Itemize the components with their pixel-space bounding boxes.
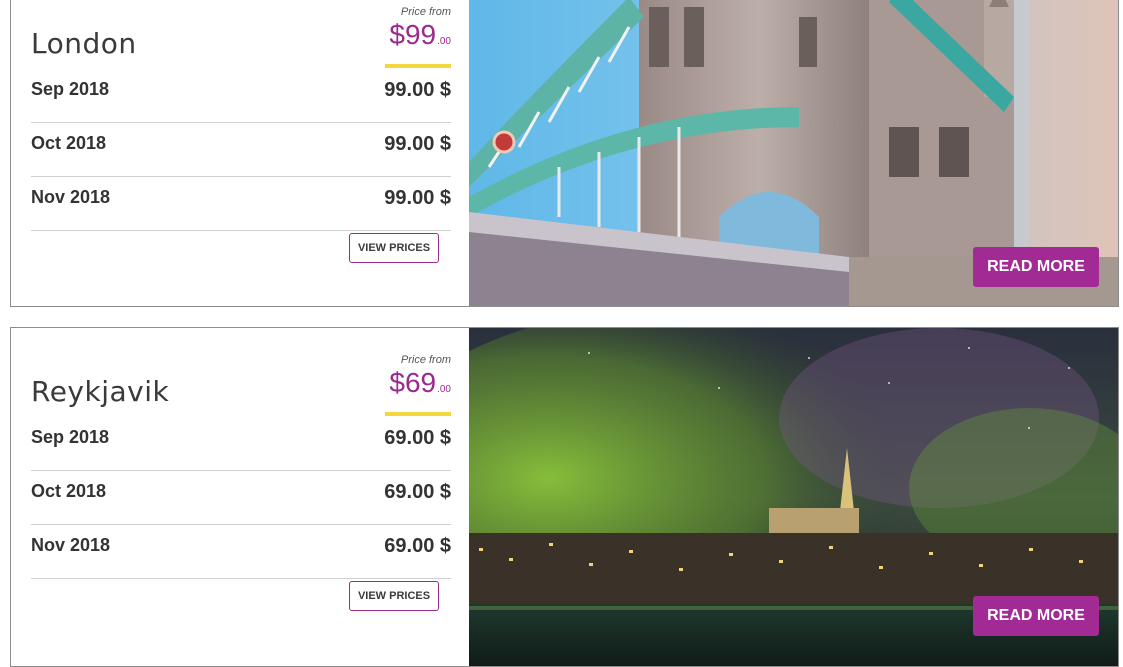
destination-card-reykjavik: Reykjavik Price from $69.00 Sep 2018 69.… [10, 327, 1119, 667]
price-from-value: $99.00 [385, 20, 451, 57]
price-decimals: .00 [437, 384, 451, 395]
month-price: 69.00 $ [384, 427, 451, 449]
month-label: Nov 2018 [31, 187, 111, 207]
city-name: Reykjavik [31, 375, 170, 408]
month-price: 99.00 $ [384, 79, 451, 101]
list-item: Sep 2018 99.00 $ [31, 69, 451, 123]
price-amount: 69 [404, 367, 437, 398]
city-name: London [31, 27, 137, 60]
list-item: Oct 2018 99.00 $ [31, 123, 451, 177]
tower-bridge-photo: READ MORE [469, 0, 1118, 306]
month-price: 99.00 $ [384, 133, 451, 155]
month-label: Oct 2018 [31, 133, 107, 153]
price-currency: $ [389, 367, 405, 398]
view-prices-button[interactable]: VIEW PRICES [349, 581, 439, 611]
card-info: Reykjavik Price from $69.00 Sep 2018 69.… [11, 328, 469, 666]
read-more-button[interactable]: READ MORE [973, 247, 1099, 287]
monthly-prices-list: Sep 2018 69.00 $ Oct 2018 69.00 $ Nov 20… [31, 417, 451, 579]
price-underline-bar [385, 64, 451, 68]
price-from-block: Price from $69.00 [385, 354, 451, 416]
list-item: Sep 2018 69.00 $ [31, 417, 451, 471]
month-price: 69.00 $ [384, 481, 451, 503]
price-from-block: Price from $99.00 [385, 6, 451, 68]
month-label: Nov 2018 [31, 535, 111, 555]
month-price: 69.00 $ [384, 535, 451, 557]
month-label: Sep 2018 [31, 427, 110, 447]
month-label: Sep 2018 [31, 79, 110, 99]
price-amount: 99 [404, 19, 437, 50]
price-from-value: $69.00 [385, 368, 451, 405]
month-price: 99.00 $ [384, 187, 451, 209]
destination-card-london: London Price from $99.00 Sep 2018 99.00 … [10, 0, 1119, 307]
list-item: Nov 2018 69.00 $ [31, 525, 451, 579]
card-info: London Price from $99.00 Sep 2018 99.00 … [11, 0, 469, 306]
monthly-prices-list: Sep 2018 99.00 $ Oct 2018 99.00 $ Nov 20… [31, 69, 451, 231]
read-more-button[interactable]: READ MORE [973, 596, 1099, 636]
list-item: Nov 2018 99.00 $ [31, 177, 451, 231]
price-from-label: Price from [400, 354, 451, 366]
list-item: Oct 2018 69.00 $ [31, 471, 451, 525]
view-prices-button[interactable]: VIEW PRICES [349, 233, 439, 263]
month-label: Oct 2018 [31, 481, 107, 501]
price-underline-bar [385, 412, 451, 416]
price-decimals: .00 [437, 36, 451, 47]
price-from-label: Price from [400, 6, 451, 18]
price-currency: $ [389, 19, 405, 50]
northern-lights-city-photo: READ MORE [469, 328, 1118, 666]
